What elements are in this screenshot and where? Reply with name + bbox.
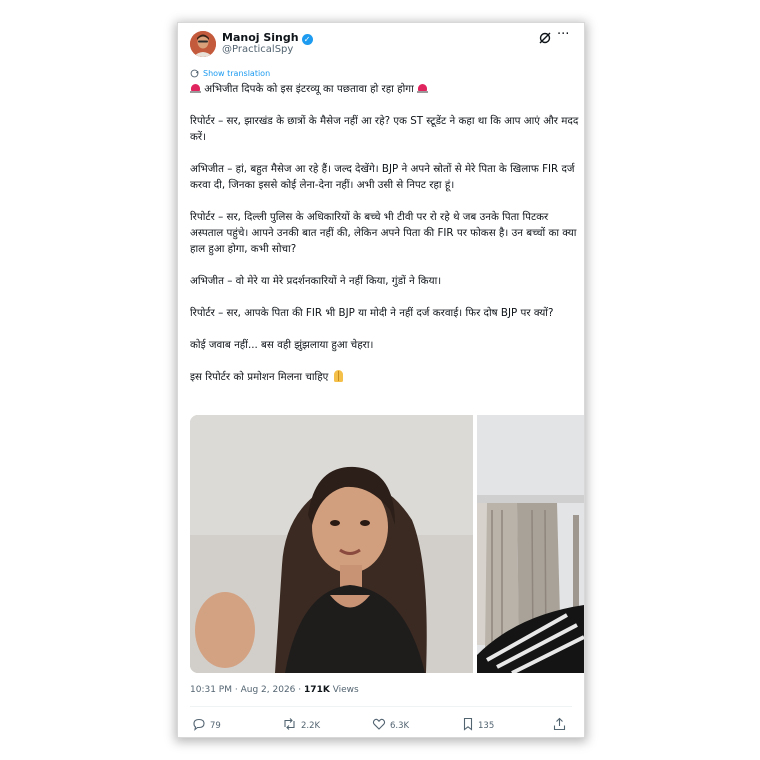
tweet-paragraph: रिपोर्टर – सर, दिल्ली पुलिस के अधिकारियो… [190, 211, 577, 255]
tweet-meta: 10:31 PM · Aug 2, 2026 · 171K Views [190, 685, 359, 696]
siren-icon [417, 83, 429, 93]
share-icon [553, 717, 566, 731]
action-bar: 79 2.2K 6.3K 135 [190, 717, 570, 733]
bookmark-icon [463, 717, 473, 731]
translate-icon [190, 69, 199, 78]
tweet-paragraph: कोई जवाब नहीं... बस वही झुंझलाया हुआ चेह… [190, 339, 374, 351]
views-count: 171K [304, 685, 330, 695]
like-button[interactable]: 6.3K [372, 717, 409, 733]
reply-button[interactable]: 79 [192, 717, 221, 733]
media-image-2[interactable] [477, 415, 584, 673]
repost-button[interactable]: 2.2K [282, 717, 320, 733]
media-image-1[interactable] [190, 415, 473, 673]
tweet-paragraph: रिपोर्टर – सर, झारखंड के छात्रों के मैसे… [190, 115, 579, 143]
tweet-closing: इस रिपोर्टर को प्रमोशन मिलना चाहिए [190, 369, 580, 385]
bookmark-count: 135 [478, 721, 495, 731]
tweet-time[interactable]: 10:31 PM [190, 685, 232, 695]
author-name[interactable]: Manoj Singh [222, 31, 299, 44]
divider [190, 706, 572, 707]
like-icon [372, 718, 386, 730]
views-label: Views [332, 685, 359, 695]
avatar-portrait [190, 31, 216, 57]
tweet-paragraph: अभिजीत – वो मेरे या मेरे प्रदर्शनकारियों… [190, 275, 442, 287]
translate-link[interactable]: Show translation [190, 69, 270, 79]
verified-badge-icon: ✓ [301, 34, 313, 45]
tweet-date[interactable]: Aug 2, 2026 [241, 685, 296, 695]
closing-text: इस रिपोर्टर को प्रमोशन मिलना चाहिए [190, 371, 329, 383]
meta-separator: · [298, 685, 302, 695]
tweet-headline: अभिजीत दिपके को इस इंटरव्यू का पछतावा हो… [190, 81, 580, 97]
like-count: 6.3K [390, 721, 410, 731]
grok-icon[interactable] [538, 31, 552, 45]
tweet-body: अभिजीत दिपके को इस इंटरव्यू का पछतावा हो… [190, 81, 580, 401]
siren-icon [190, 83, 201, 93]
author-name-row[interactable]: Manoj Singh ✓ [222, 31, 313, 45]
author-handle[interactable]: @PracticalSpy [222, 44, 293, 56]
headline-text: अभिजीत दिपके को इस इंटरव्यू का पछतावा हो… [204, 83, 414, 95]
video-frame-room [477, 415, 584, 673]
tweet-paragraph: रिपोर्टर – सर, आपके पिता की FIR भी BJP य… [190, 307, 554, 319]
translate-label[interactable]: Show translation [203, 69, 270, 78]
repost-icon [284, 718, 295, 730]
reply-icon [193, 718, 205, 731]
reply-count: 79 [210, 721, 221, 731]
share-button[interactable] [553, 717, 570, 733]
more-icon[interactable]: ··· [557, 28, 569, 42]
bookmark-button[interactable]: 135 [462, 717, 494, 733]
meta-separator: · [234, 685, 238, 695]
avatar[interactable] [190, 31, 216, 57]
tweet-card: Manoj Singh ✓ @PracticalSpy ··· Show tran… [178, 23, 584, 737]
folded-hands-icon [332, 370, 345, 382]
tweet-paragraph: अभिजीत – हां, बहुत मैसेज आ रहे हैं। जल्द… [190, 163, 575, 191]
video-frame-woman [190, 415, 473, 673]
repost-count: 2.2K [301, 721, 321, 731]
